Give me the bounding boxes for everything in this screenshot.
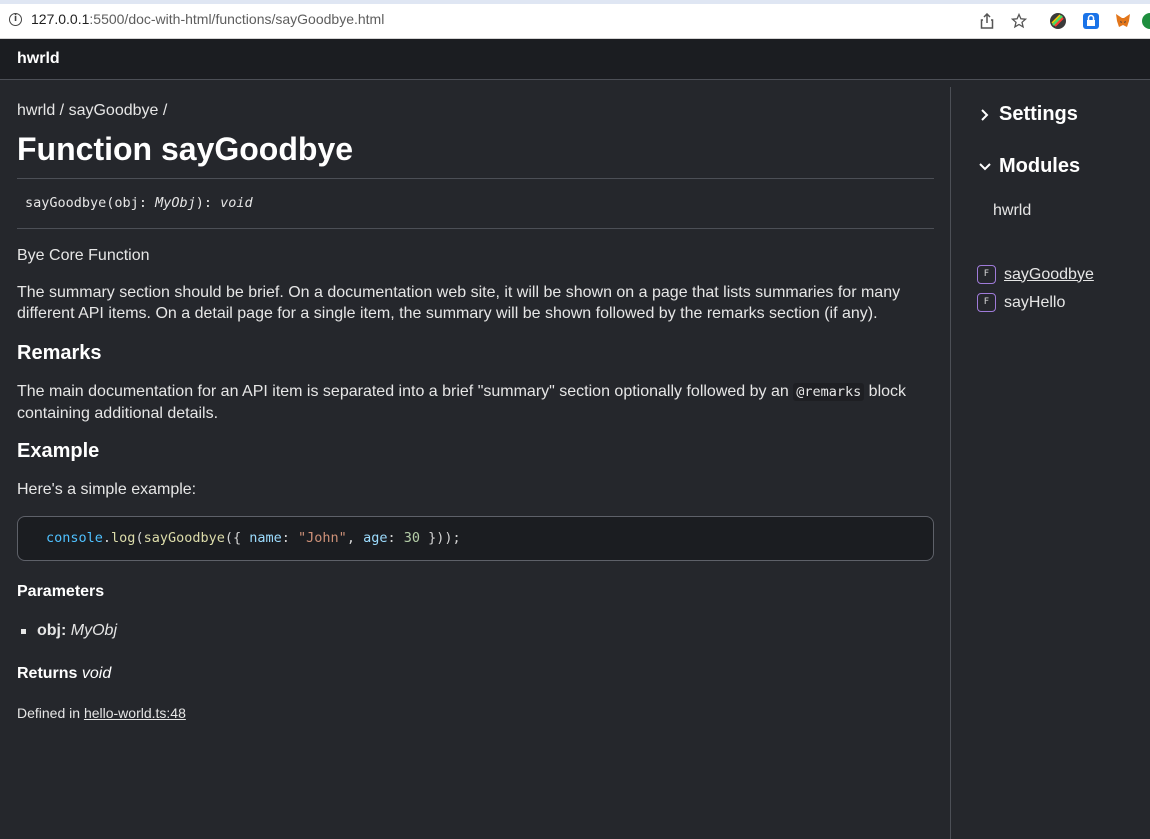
chevron-down-icon: [978, 160, 992, 174]
site-info-icon[interactable]: i: [9, 13, 22, 26]
code-block: console.log(sayGoodbye({ name: "John", a…: [17, 516, 934, 561]
breadcrumb: hwrld / sayGoodbye /: [17, 102, 168, 119]
code-token: "John": [298, 530, 347, 546]
code-line: console.log(sayGoodbye({ name: "John", a…: [46, 530, 461, 546]
sidebar-item-sayhello[interactable]: F sayHello: [977, 293, 1065, 312]
example-intro: Here's a simple example:: [17, 481, 197, 498]
parameter-item: obj: MyObj: [17, 622, 117, 640]
modules-toggle[interactable]: Modules: [978, 155, 1080, 178]
code-token: name: [249, 530, 282, 546]
url-field[interactable]: 127.0.0.1:5500/doc-with-html/functions/s…: [31, 11, 384, 27]
divider: [17, 228, 934, 229]
parameter-type: MyObj: [70, 622, 118, 639]
signature-return-type: void: [220, 195, 253, 211]
remarks-text: The main documentation for an API item i…: [17, 381, 917, 424]
code-token: 30: [403, 530, 420, 546]
source-link[interactable]: hello-world.ts:48: [84, 705, 186, 721]
remarks-heading: Remarks: [17, 342, 102, 364]
breadcrumb-item-function[interactable]: sayGoodbye: [69, 102, 159, 119]
returns-heading: Returns void: [17, 665, 111, 683]
bullet: [21, 628, 26, 634]
sidebar-module-link[interactable]: hwrld: [993, 202, 1031, 220]
url-path: :5500/doc-with-html/functions/sayGoodbye…: [89, 11, 385, 27]
extension-partial-icon[interactable]: [1140, 11, 1150, 31]
returns-type: void: [81, 665, 112, 682]
summary-title: Bye Core Function: [17, 247, 150, 264]
site-title-link[interactable]: hwrld: [17, 50, 60, 68]
remarks-text-before: The main documentation for an API item i…: [17, 383, 794, 400]
share-icon[interactable]: [977, 11, 997, 31]
remarks-inline-code: @remarks: [793, 383, 865, 401]
example-heading: Example: [17, 440, 100, 462]
page-title: Function sayGoodbye: [17, 131, 354, 167]
function-kind-icon: F: [977, 293, 996, 312]
metamask-fox-icon[interactable]: [1113, 11, 1133, 31]
modules-label: Modules: [999, 155, 1081, 177]
bookmark-star-icon[interactable]: [1009, 11, 1029, 31]
sidebar-item-saygoodbye[interactable]: F sayGoodbye: [977, 265, 1094, 284]
parameter-name: obj: [37, 622, 61, 639]
site-header: hwrld: [0, 39, 1150, 80]
summary-text: The summary section should be brief. On …: [17, 284, 901, 322]
sidebar-divider: [950, 87, 951, 839]
defined-in: Defined in hello-world.ts:48: [17, 705, 186, 721]
signature-name: sayGoodbye: [25, 195, 107, 211]
parameters-heading: Parameters: [17, 583, 105, 600]
sidebar-item-label[interactable]: sayHello: [1004, 294, 1065, 312]
code-token: console: [46, 530, 103, 546]
signature-param-type: MyObj: [155, 195, 196, 211]
returns-label: Returns: [17, 665, 78, 682]
extension-colorful-icon[interactable]: [1048, 11, 1068, 31]
extension-lock-icon[interactable]: [1081, 11, 1101, 31]
code-token: log: [111, 530, 136, 546]
defined-in-label: Defined in: [17, 705, 81, 721]
settings-label: Settings: [999, 103, 1078, 125]
signature-param: obj: [114, 195, 139, 211]
divider: [17, 178, 934, 179]
code-token: sayGoodbye: [143, 530, 225, 546]
browser-address-bar: i 127.0.0.1:5500/doc-with-html/functions…: [0, 0, 1150, 39]
breadcrumb-item-module[interactable]: hwrld: [17, 102, 55, 119]
function-kind-icon: F: [977, 265, 996, 284]
settings-toggle[interactable]: Settings: [978, 103, 1078, 126]
code-token: age: [363, 530, 388, 546]
chevron-right-icon: [978, 108, 992, 122]
url-host: 127.0.0.1: [31, 11, 90, 27]
sidebar-item-label[interactable]: sayGoodbye: [1004, 266, 1094, 284]
function-signature: sayGoodbye(obj: MyObj): void: [25, 195, 253, 211]
